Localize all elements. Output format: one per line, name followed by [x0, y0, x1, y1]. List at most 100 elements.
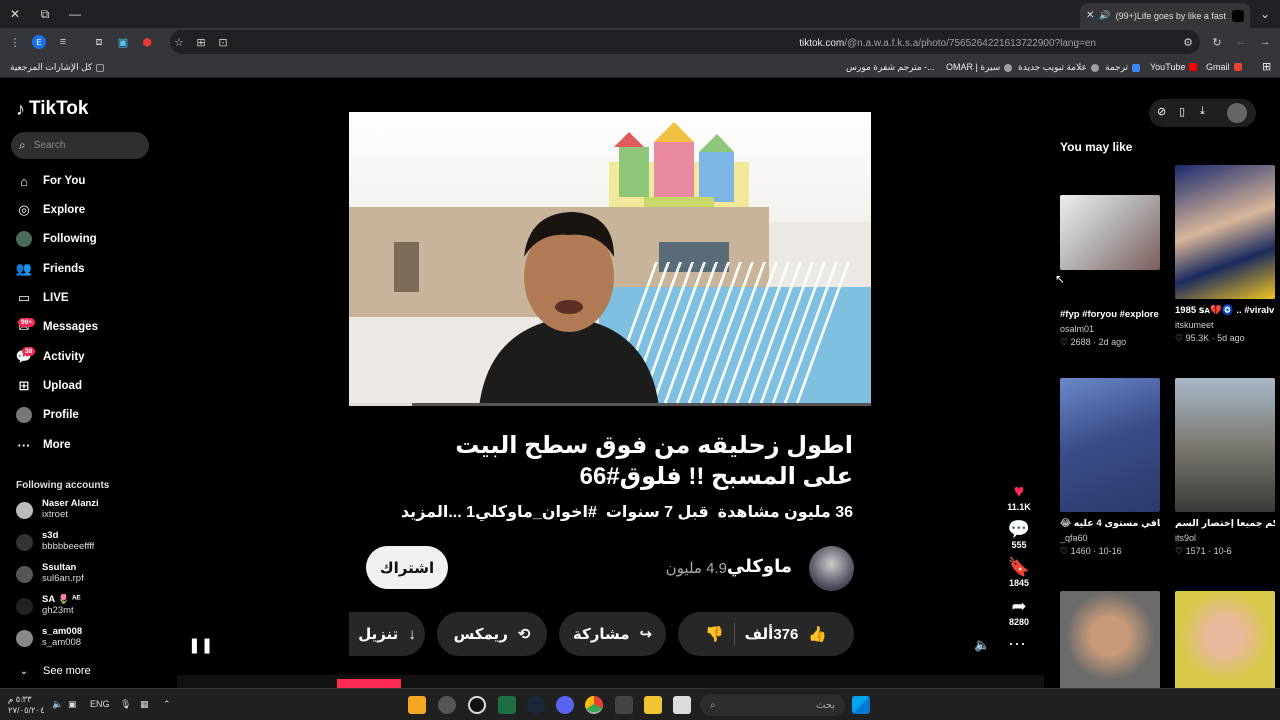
video-player[interactable]	[349, 112, 871, 405]
site-settings-icon[interactable]: ⚙	[1181, 35, 1195, 49]
user-avatar[interactable]	[1227, 103, 1247, 123]
account-item[interactable]: Ssultan sul6an.rpf	[16, 562, 84, 588]
subscribe-button[interactable]: اشتراك	[366, 546, 448, 589]
hashtag[interactable]: #اخوان_ماوكلي1	[466, 504, 597, 521]
translate-icon[interactable]: ⊞	[194, 35, 208, 49]
see-more-button[interactable]: ⌄ See more	[16, 662, 91, 680]
nav-explore[interactable]: ◎ Explore	[16, 201, 85, 219]
clock[interactable]: ٥:٣٣ م ٢٧/٠٥/٢٠٤	[8, 694, 45, 716]
person-graphic	[479, 212, 659, 405]
close-window-icon[interactable]: ✕	[0, 0, 30, 28]
account-item[interactable]: s3d bbbbbeeeffff	[16, 530, 94, 556]
bookmark-all[interactable]: كل الإشارات المرجعية	[10, 62, 105, 73]
app-icon[interactable]	[673, 696, 691, 714]
browser-menu-icon[interactable]: ⋮	[8, 35, 22, 49]
steam-icon[interactable]	[527, 696, 545, 714]
search-input[interactable]: ⌕ Search	[11, 132, 149, 159]
nav-friends[interactable]: 👥 Friends	[16, 260, 85, 278]
speaker-icon[interactable]: 🔈	[52, 699, 63, 710]
download-button[interactable]: ↓ تنزيل	[349, 612, 425, 656]
account-handle: bbbbbeeeffff	[42, 541, 95, 552]
volume-icon[interactable]: 🔈	[974, 637, 990, 653]
mic-icon[interactable]: 🎙	[120, 699, 131, 710]
chrome-icon[interactable]	[585, 696, 603, 714]
restore-window-icon[interactable]: ⧉	[30, 0, 60, 28]
network-icon[interactable]: ▣	[68, 699, 77, 710]
recommendation-card[interactable]: 1985 ꜱᴀ💔🧿 .. #viralvideo #viral... itsku…	[1175, 165, 1275, 344]
tab-search-icon[interactable]: ⌄	[1250, 0, 1280, 28]
share-button[interactable]: ↪ مشاركة	[559, 612, 666, 656]
app-icon[interactable]	[408, 696, 426, 714]
profile-icon[interactable]: E	[32, 35, 46, 49]
tab-close-icon[interactable]: ✕	[1086, 10, 1094, 21]
nav-upload[interactable]: ⊞ Upload	[16, 377, 82, 395]
taskbar-search[interactable]: بحث ⌕	[700, 694, 845, 716]
app-icon[interactable]	[615, 696, 633, 714]
language-indicator[interactable]: ENG	[90, 699, 110, 709]
bookmark-star-icon[interactable]: ☆	[172, 35, 186, 49]
more-options-icon[interactable]: ···	[1008, 633, 1026, 654]
recommendation-card[interactable]	[1175, 591, 1275, 688]
bookmark-youtube[interactable]: YouTube	[1150, 62, 1198, 72]
like-action[interactable]: ♥ 11.1K	[1004, 480, 1034, 512]
bookmarks-bar: كل الإشارات المرجعية مترجم شفرة مورس -..…	[0, 56, 1280, 78]
recommendation-card[interactable]: تشرف فيكم جميعا إختصار السم om أو فالياو…	[1175, 378, 1275, 557]
card-title: 1985 ꜱᴀ💔🧿 .. #viralvideo #viral...	[1175, 305, 1275, 316]
nav-profile[interactable]: Profile	[16, 406, 79, 424]
phone-icon[interactable]: ▯	[1179, 105, 1185, 118]
bookmark-gmail[interactable]: Gmail	[1206, 62, 1242, 72]
app-icon[interactable]	[468, 696, 486, 714]
account-item[interactable]: s_am008 s_am008	[16, 626, 82, 652]
reading-list-icon[interactable]: ≡	[56, 35, 70, 49]
adblock-icon[interactable]: ⬢	[140, 35, 154, 49]
recommendation-card[interactable]: #fyp #foryou #explore #اسامة_خاير osalm0…	[1060, 195, 1160, 348]
channel-avatar[interactable]	[809, 546, 854, 591]
extension-icon[interactable]: ▣	[116, 35, 130, 49]
card-age: 10-16	[1098, 546, 1122, 556]
save-action[interactable]: 🔖 1845	[1004, 556, 1034, 588]
follow-chip[interactable]	[337, 679, 401, 688]
tray-app-icon[interactable]: ▦	[140, 699, 149, 710]
app-icon[interactable]	[438, 696, 456, 714]
bookmark-morse[interactable]: مترجم شفرة مورس -...	[846, 62, 935, 73]
bookmark-translate[interactable]: ترجمة	[1105, 62, 1141, 73]
more-link[interactable]: ...المزيد	[401, 504, 462, 521]
browser-tab[interactable]: ✕ 🔊 (99+)Life goes by like a fast	[1080, 3, 1250, 28]
excel-icon[interactable]	[498, 696, 516, 714]
reload-icon[interactable]: ↻	[1210, 35, 1224, 49]
share-action[interactable]: ➦ 8280	[1004, 595, 1034, 627]
account-item[interactable]: SA 🌷 ᴬᴱ gh23mt	[16, 594, 81, 620]
pause-icon[interactable]: ❚❚	[188, 636, 213, 654]
back-icon[interactable]: →	[1258, 35, 1272, 49]
like-button[interactable]: 👍 376ألف	[745, 625, 827, 643]
forward-icon[interactable]: ←	[1234, 35, 1248, 49]
card-age: 2d ago	[1098, 337, 1127, 347]
dislike-button[interactable]: 👎	[705, 625, 724, 643]
remix-button[interactable]: ⟲ ريمكس	[437, 612, 547, 656]
chevron-up-icon[interactable]: ⌃	[163, 699, 171, 710]
tiktok-logo[interactable]: ♪ TikTok	[16, 98, 88, 120]
bookmark-omar[interactable]: OMAR | سيرة	[946, 62, 1013, 73]
account-item[interactable]: Naser Alanzi ixtroet	[16, 498, 99, 524]
progress-fill	[349, 403, 412, 406]
download-small-icon[interactable]: ⤓	[1200, 105, 1205, 118]
nav-for-you[interactable]: ⌂ For You	[16, 172, 85, 190]
minimize-window-icon[interactable]: —	[60, 0, 90, 28]
nav-more[interactable]: ··· More	[16, 436, 71, 454]
cast-icon[interactable]: ⊡	[216, 35, 230, 49]
recommendation-card[interactable]: 😂 والله مافي مستوى 4 عليه 😂😂😂😂😂😂 _qfa60 …	[1060, 378, 1160, 557]
apps-grid-icon[interactable]: ⊞	[1262, 60, 1271, 73]
file-explorer-icon[interactable]	[644, 696, 662, 714]
video-progress-bar[interactable]	[349, 403, 871, 406]
discord-icon[interactable]	[556, 696, 574, 714]
bookmark-icon: 🔖	[1007, 557, 1031, 577]
rotate-icon[interactable]: ⊘	[1157, 105, 1166, 118]
nav-following[interactable]: Following	[16, 230, 97, 248]
nav-live[interactable]: ▭ LIVE	[16, 289, 69, 307]
address-bar[interactable]: tiktok.com/@n.a.w.a.f.k.s.a/photo/756526…	[170, 30, 1200, 54]
comment-action[interactable]: 💬 555	[1004, 518, 1034, 550]
windows-start-icon[interactable]	[852, 696, 870, 714]
bookmark-newtab[interactable]: علامة تبويب جديدة	[1018, 62, 1099, 73]
recommendation-card[interactable]	[1060, 591, 1160, 688]
extensions-icon[interactable]: ⧈	[92, 35, 106, 49]
